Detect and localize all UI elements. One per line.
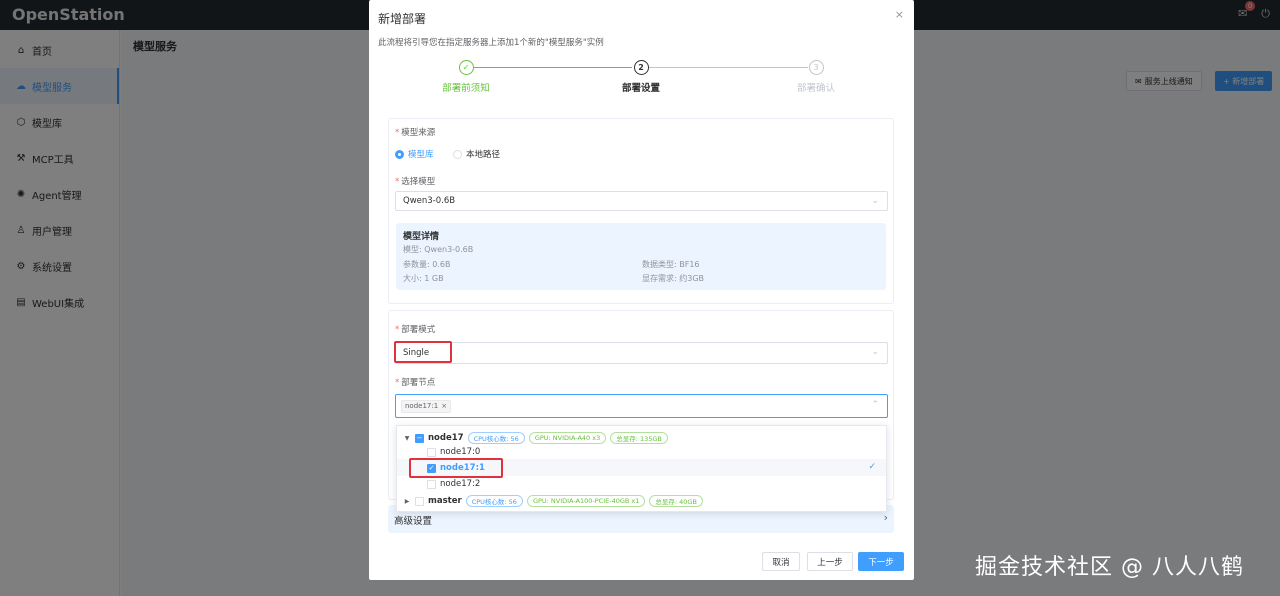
next-step-button[interactable]: 下一步 bbox=[858, 552, 904, 571]
radio-label: 模型库 bbox=[408, 150, 434, 160]
dialog-description: 此流程将引导您在指定服务器上添加1个新的"模型服务"实例 bbox=[378, 38, 604, 48]
radio-dot bbox=[453, 149, 462, 159]
advanced-settings-label: 高级设置 bbox=[394, 516, 433, 527]
cancel-button[interactable]: 取消 bbox=[762, 552, 800, 571]
model-detail-panel: 模型详情 模型: Qwen3-0.6B 参数量: 0.6B 大小: 1 GB 数… bbox=[396, 223, 886, 290]
memory-tag: 总显存: 135GB bbox=[610, 432, 668, 444]
step-number: 3 bbox=[808, 60, 824, 75]
deploy-node-label: * 部署节点 bbox=[395, 378, 436, 388]
highlight-box bbox=[409, 458, 503, 478]
chevron-down-icon: ⌄ bbox=[871, 196, 879, 206]
check-icon: ✓ bbox=[458, 60, 474, 75]
deploy-mode-label: * 部署模式 bbox=[395, 325, 436, 335]
model-select-value: Qwen3-0.6B bbox=[403, 196, 456, 206]
tree-node-child[interactable]: node17:2 bbox=[427, 479, 480, 489]
caret-down-icon[interactable]: ▼ bbox=[403, 435, 411, 442]
close-icon[interactable]: × bbox=[895, 8, 904, 21]
model-detail-size: 大小: 1 GB bbox=[403, 274, 444, 283]
model-source-label: * 模型来源 bbox=[395, 128, 436, 138]
gpu-tag: GPU: NVIDIA-A100-PCIE-40GB x1 bbox=[526, 495, 646, 507]
step-pre-deploy: ✓ 部署前须知 bbox=[406, 60, 526, 94]
node-tag: node17:1 × bbox=[401, 399, 452, 413]
cpu-tag: CPU核心数: 56 bbox=[467, 432, 525, 444]
check-icon: ✓ bbox=[868, 462, 876, 472]
chevron-down-icon: ⌄ bbox=[871, 347, 879, 357]
prev-step-button[interactable]: 上一步 bbox=[807, 552, 853, 571]
radio-label: 本地路径 bbox=[466, 150, 501, 160]
step-confirm: 3 部署确认 bbox=[756, 60, 876, 94]
radio-local-path[interactable]: 本地路径 bbox=[453, 148, 500, 160]
chevron-right-icon: › bbox=[883, 511, 888, 524]
caret-right-icon[interactable]: ▶ bbox=[403, 498, 411, 505]
close-icon[interactable]: × bbox=[441, 402, 447, 410]
checkbox[interactable] bbox=[427, 479, 436, 489]
radio-model-library[interactable]: 模型库 bbox=[395, 148, 434, 160]
tree-node-child[interactable]: node17:0 bbox=[427, 447, 480, 457]
dialog-title: 新增部署 bbox=[378, 12, 427, 26]
model-select[interactable]: Qwen3-0.6B ⌄ bbox=[395, 191, 888, 211]
model-detail-dtype: 数据类型: BF16 bbox=[642, 260, 700, 269]
step-number: 2 bbox=[633, 60, 649, 75]
step-label: 部署确认 bbox=[796, 83, 835, 94]
checkbox-indeterminate[interactable]: − bbox=[415, 433, 424, 443]
select-model-label: * 选择模型 bbox=[395, 177, 436, 187]
model-detail-memory: 显存需求: 约3GB bbox=[642, 274, 705, 283]
tree-node-label: node17:0 bbox=[440, 447, 481, 457]
step-label: 部署设置 bbox=[621, 83, 660, 94]
gpu-tag: GPU: NVIDIA-A40 x3 bbox=[528, 432, 607, 444]
memory-tag: 总显存: 40GB bbox=[649, 495, 703, 507]
steps-bar: ✓ 部署前须知 2 部署设置 3 部署确认 bbox=[369, 60, 914, 100]
model-detail-params: 参数量: 0.6B bbox=[403, 260, 451, 269]
chevron-up-icon: ⌃ bbox=[871, 400, 879, 410]
highlight-box bbox=[394, 341, 452, 363]
deploy-mode-select[interactable]: Single ⌄ bbox=[395, 342, 888, 364]
tree-node-label: node17 bbox=[428, 433, 464, 443]
tree-node-master[interactable]: ▶ master CPU核心数: 56 GPU: NVIDIA-A100-PCI… bbox=[403, 495, 703, 507]
tree-node-label: node17:2 bbox=[440, 479, 481, 489]
cpu-tag: CPU核心数: 56 bbox=[465, 495, 523, 507]
tree-node-node17[interactable]: ▼ − node17 CPU核心数: 56 GPU: NVIDIA-A40 x3… bbox=[403, 432, 668, 444]
watermark: 掘金技术社区 @ 八人八鹤 bbox=[975, 555, 1244, 580]
step-settings: 2 部署设置 bbox=[581, 60, 701, 94]
checkbox[interactable] bbox=[415, 496, 424, 506]
deploy-node-select[interactable]: node17:1 × ⌃ bbox=[395, 394, 888, 418]
model-card: * 模型来源 模型库 本地路径 * 选择模型 Qwen3-0.6B ⌄ 模型详情 模… bbox=[388, 118, 894, 304]
model-detail-model: 模型: Qwen3-0.6B bbox=[403, 245, 474, 254]
radio-dot bbox=[395, 149, 404, 159]
model-detail-title: 模型详情 bbox=[403, 232, 440, 242]
checkbox[interactable] bbox=[427, 447, 436, 457]
step-label: 部署前须知 bbox=[442, 83, 490, 94]
node-tag-label: node17:1 bbox=[405, 402, 439, 410]
tree-node-label: master bbox=[428, 496, 462, 506]
